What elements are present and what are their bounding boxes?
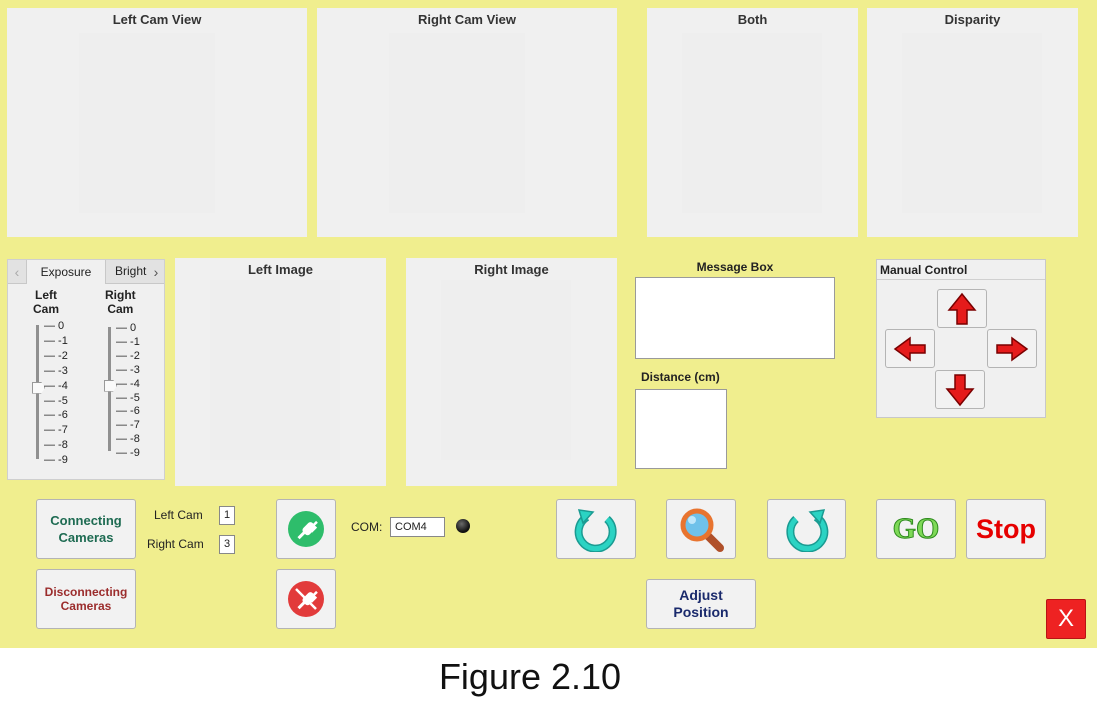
right-image-panel: Right Image (406, 258, 617, 486)
disconnect-cameras-button[interactable]: Disconnecting Cameras (36, 569, 136, 629)
slider-tick-label: — -8 (116, 433, 140, 446)
slider-tick-label: — -2 (44, 349, 68, 362)
right-cam-slider-label: Right Cam (105, 288, 136, 316)
tab-exposure[interactable]: Exposure (26, 260, 106, 284)
close-button[interactable]: X (1046, 599, 1086, 639)
serial-connect-button[interactable] (276, 499, 336, 559)
com-label: COM: (351, 520, 383, 534)
connect-cameras-label: Connecting Cameras (50, 513, 122, 545)
go-button[interactable]: GO (876, 499, 956, 559)
slider-tick-label: — -5 (44, 394, 68, 407)
com-port-field[interactable]: COM4 (390, 517, 445, 537)
stop-label: Stop (976, 513, 1036, 544)
adjust-position-button[interactable]: Adjust Position (646, 579, 756, 629)
distance-label: Distance (cm) (641, 370, 720, 384)
disparity-view-panel: Disparity (867, 8, 1078, 237)
slider-tick-label: — -8 (44, 439, 68, 452)
rotate-left-button[interactable] (556, 499, 636, 559)
slider-tick-label: — -3 (116, 363, 140, 376)
distance-box[interactable] (635, 389, 727, 469)
move-up-button[interactable] (937, 289, 987, 328)
right-cam-exposure-slider[interactable]: — 0— -1— -2— -3— -4— -5— -6— -7— -8— -9 (102, 322, 152, 464)
slider-tick-label: — -7 (116, 419, 140, 432)
right-image-title: Right Image (474, 262, 549, 277)
slider-tick-label: — -6 (116, 405, 140, 418)
magnifier-icon (680, 508, 724, 552)
manual-control-divider (877, 279, 1045, 280)
slider-tick-label: — -4 (116, 377, 140, 390)
rotate-cw-icon (785, 509, 828, 552)
manual-control-title: Manual Control (880, 263, 968, 277)
left-cam-view-panel: Left Cam View (7, 8, 307, 237)
tab-brightness[interactable]: Bright (115, 260, 149, 283)
connect-cameras-button[interactable]: Connecting Cameras (36, 499, 136, 559)
stop-button[interactable]: Stop (966, 499, 1046, 559)
left-cam-index-label: Left Cam (154, 508, 203, 522)
move-down-button[interactable] (935, 370, 985, 409)
slider-tick-label: — -7 (44, 424, 68, 437)
left-image-panel: Left Image (175, 258, 386, 486)
left-cam-exposure-slider[interactable]: — 0 — -1 — -2 — -3 — -4 — -5 — -6 — -7 — -8 — -9 (30, 320, 80, 466)
app-window: Left Cam View Right Cam View Both Dispar… (0, 0, 1097, 648)
arrow-left-icon (893, 336, 926, 361)
slider-tick-label: — 0 (116, 322, 137, 334)
both-view-panel: Both (647, 8, 858, 237)
slider-tick-label: — -6 (44, 409, 68, 422)
right-cam-index-field[interactable]: 3 (219, 535, 235, 554)
tab-scroll-right-icon[interactable]: › (149, 263, 163, 281)
tab-scroll-left-icon[interactable]: ‹ (10, 263, 24, 281)
slider-tick-label: — -3 (44, 364, 68, 377)
slider-tick-label: — 0 (44, 320, 65, 332)
right-cam-view-title: Right Cam View (417, 12, 516, 27)
go-label: GO (892, 512, 940, 546)
move-left-button[interactable] (885, 329, 935, 368)
arrow-down-icon (945, 373, 975, 406)
slider-tick-label: — -4 (44, 379, 68, 392)
arrow-right-icon (996, 336, 1029, 361)
left-cam-index-field[interactable]: 1 (219, 506, 235, 525)
message-box[interactable] (635, 277, 835, 359)
serial-disconnect-button[interactable] (276, 569, 336, 629)
disparity-view-title: Disparity (944, 12, 1001, 27)
slider-tick-label: — -1 (116, 335, 140, 348)
arrow-up-icon (947, 292, 977, 325)
slider-tick-label: — -2 (116, 349, 140, 362)
adjust-position-label: Adjust Position (673, 587, 729, 620)
slider-tick-label: — -5 (116, 391, 140, 404)
left-image-title: Left Image (247, 262, 313, 277)
both-view-title: Both (737, 12, 768, 27)
plug-disconnect-icon (288, 581, 324, 617)
rotate-ccw-icon (574, 509, 617, 552)
zoom-button[interactable] (666, 499, 736, 559)
right-cam-index-label: Right Cam (147, 537, 204, 551)
move-right-button[interactable] (987, 329, 1037, 368)
rotate-right-button[interactable] (767, 499, 846, 559)
com-status-indicator (456, 519, 470, 533)
message-box-title: Message Box (696, 260, 774, 274)
plug-connect-icon (288, 511, 324, 547)
exposure-tab-panel: ‹ Exposure Bright › Left Cam Right Cam —… (7, 259, 165, 480)
right-cam-view-panel: Right Cam View (317, 8, 617, 237)
close-icon: X (1057, 605, 1074, 632)
slider-tick-label: — -1 (44, 334, 68, 347)
left-cam-slider-label: Left Cam (33, 288, 60, 316)
disconnect-cameras-label: Disconnecting Cameras (44, 585, 128, 613)
figure-caption: Figure 2.10 (438, 656, 622, 697)
left-cam-view-title: Left Cam View (112, 12, 202, 27)
slider-tick-label: — -9 (116, 447, 140, 460)
slider-tick-label: — -9 (44, 454, 68, 467)
